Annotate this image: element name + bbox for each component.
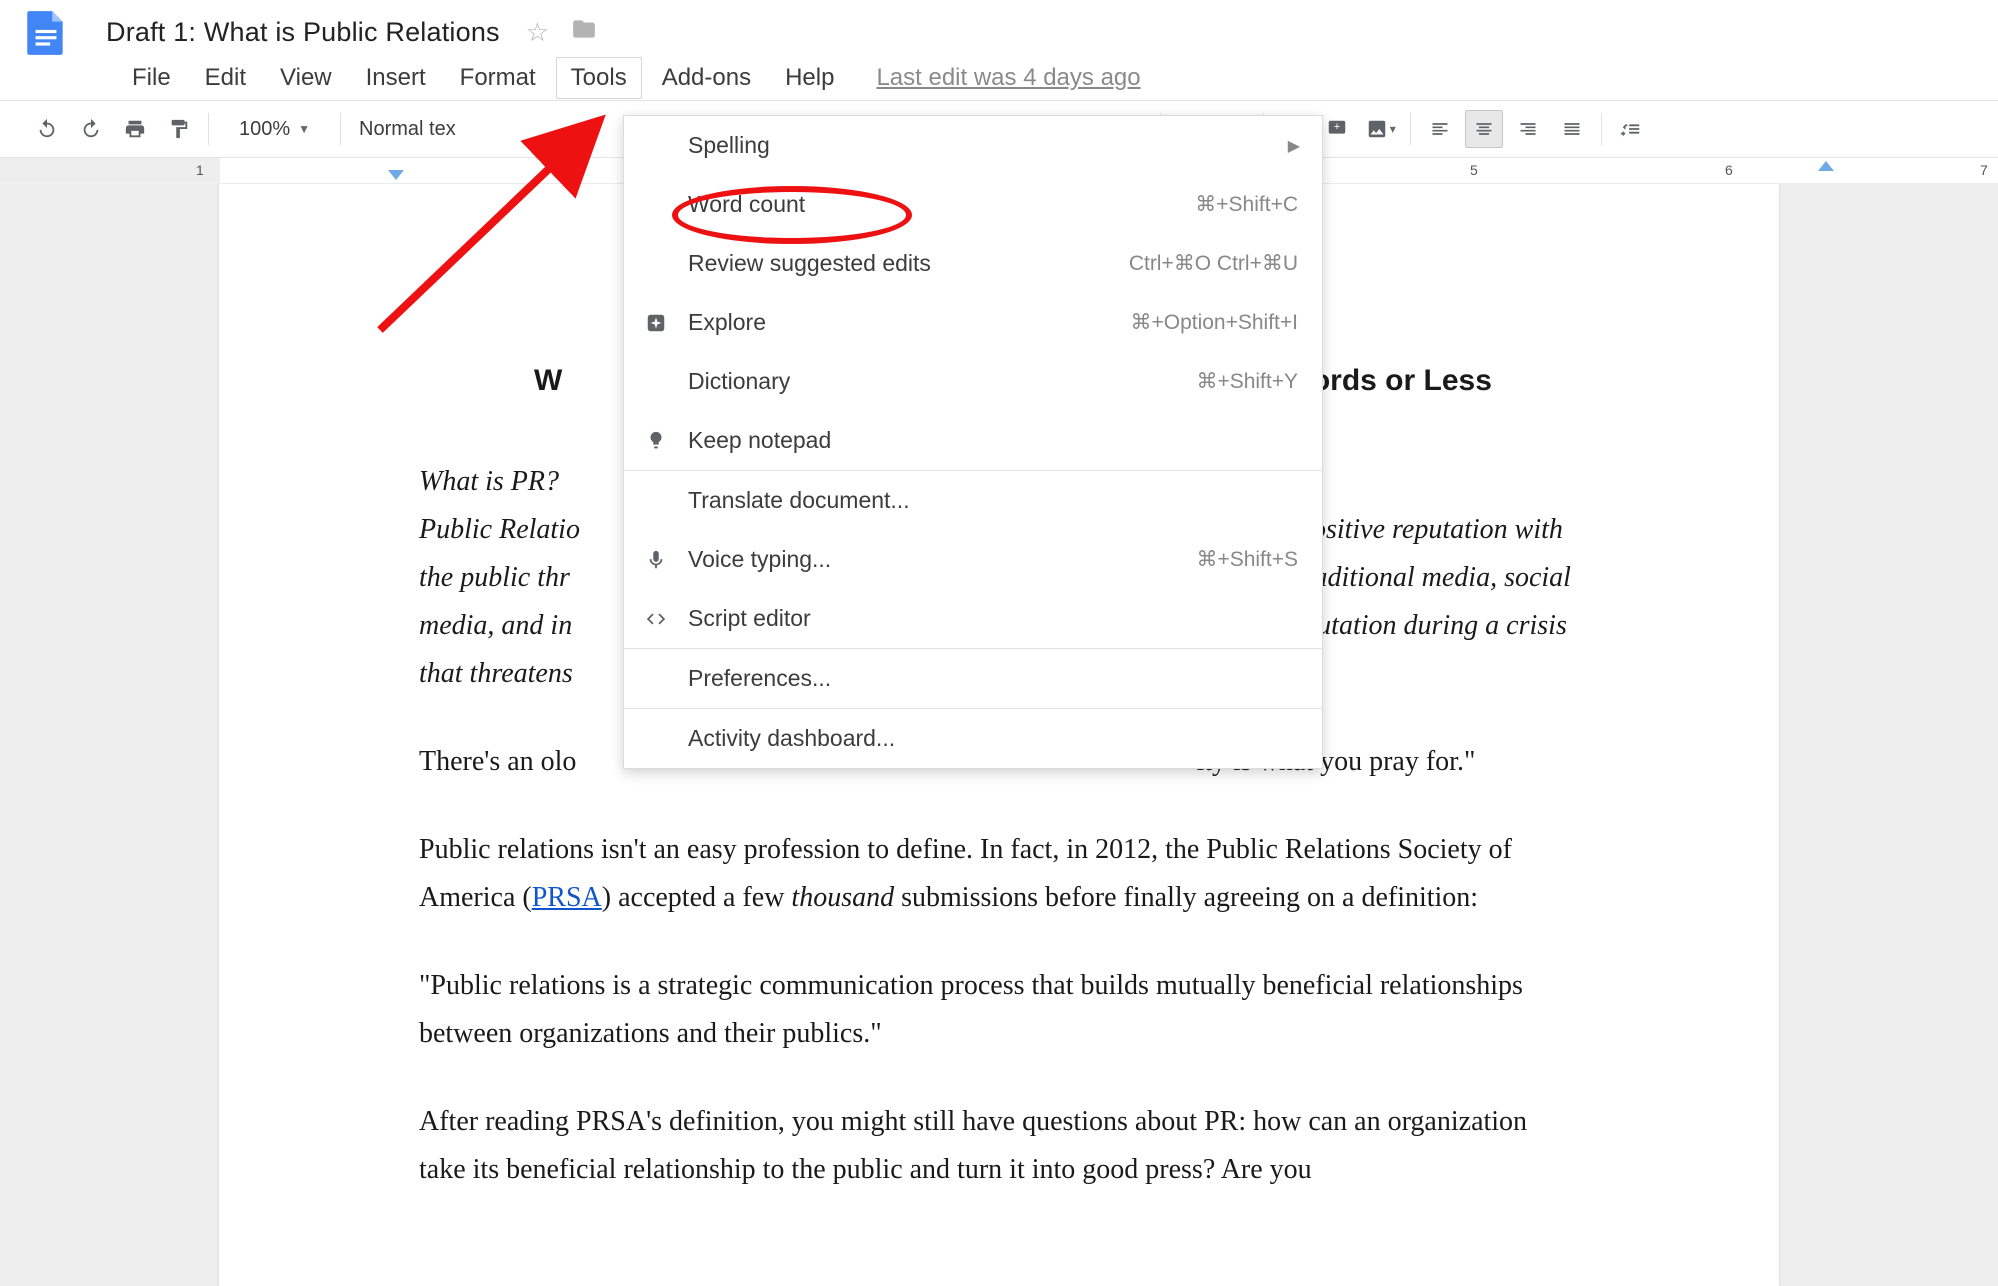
menu-insert[interactable]: Insert [352, 58, 440, 98]
folder-icon[interactable] [571, 16, 597, 49]
paint-format-button[interactable] [160, 110, 198, 148]
insert-comment-button[interactable]: + [1318, 110, 1356, 148]
menu-explore[interactable]: Explore ⌘+Option+Shift+I [624, 293, 1322, 352]
toolbar-separator [1410, 113, 1411, 145]
align-right-button[interactable] [1509, 110, 1547, 148]
shortcut-label: ⌘+Shift+S [1196, 547, 1298, 572]
line-spacing-button[interactable] [1612, 110, 1650, 148]
shortcut-label: ⌘+Shift+C [1195, 192, 1298, 217]
explore-icon [642, 309, 670, 337]
menu-spelling[interactable]: Spelling ▶ [624, 116, 1322, 175]
toolbar-separator [1601, 113, 1602, 145]
app-icon[interactable] [18, 4, 74, 60]
svg-text:+: + [1334, 121, 1340, 133]
insert-image-button[interactable]: ▾ [1362, 110, 1400, 148]
menu-edit[interactable]: Edit [191, 58, 260, 98]
align-center-button[interactable] [1465, 110, 1503, 148]
document-title[interactable]: Draft 1: What is Public Relations [106, 17, 500, 48]
align-justify-button[interactable] [1553, 110, 1591, 148]
ruler-right-marker[interactable] [1818, 161, 1834, 171]
menu-activity-dashboard[interactable]: Activity dashboard... [624, 709, 1322, 768]
menu-voice-typing[interactable]: Voice typing... ⌘+Shift+S [624, 530, 1322, 589]
last-edit-link[interactable]: Last edit was 4 days ago [876, 64, 1140, 92]
menu-addons[interactable]: Add-ons [648, 58, 765, 98]
prsa-link[interactable]: PRSA [532, 882, 602, 913]
menu-dictionary[interactable]: Dictionary ⌘+Shift+Y [624, 352, 1322, 411]
menu-translate-document[interactable]: Translate document... [624, 471, 1322, 530]
star-icon[interactable]: ☆ [526, 17, 549, 48]
keep-icon [642, 427, 670, 455]
title-bar: Draft 1: What is Public Relations ☆ [0, 0, 1998, 56]
ruler-label: 7 [1980, 162, 1988, 178]
toolbar-separator [340, 113, 341, 145]
menu-keep-notepad[interactable]: Keep notepad [624, 411, 1322, 470]
code-icon [642, 605, 670, 633]
menu-view[interactable]: View [266, 58, 346, 98]
mic-icon [642, 546, 670, 574]
menu-bar: File Edit View Insert Format Tools Add-o… [0, 56, 1998, 100]
tools-dropdown: Spelling ▶ Word count ⌘+Shift+C Review s… [623, 115, 1323, 769]
ruler-left-margin [0, 158, 220, 183]
menu-format[interactable]: Format [446, 58, 550, 98]
print-button[interactable] [116, 110, 154, 148]
menu-tools[interactable]: Tools [556, 57, 642, 99]
shortcut-label: Ctrl+⌘O Ctrl+⌘U [1129, 251, 1298, 276]
ruler-label: 6 [1725, 162, 1733, 178]
toolbar-separator [208, 113, 209, 145]
menu-file[interactable]: File [118, 58, 185, 98]
submenu-arrow-icon: ▶ [1288, 136, 1300, 156]
ruler-label: 1 [196, 162, 204, 178]
ruler-label: 5 [1470, 162, 1478, 178]
redo-button[interactable] [72, 110, 110, 148]
menu-preferences[interactable]: Preferences... [624, 649, 1322, 708]
chevron-down-icon: ▼ [298, 122, 310, 136]
ruler-indent-marker[interactable] [388, 170, 404, 180]
align-left-button[interactable] [1421, 110, 1459, 148]
paragraph-style-selector[interactable]: Normal tex [351, 118, 464, 141]
menu-help[interactable]: Help [771, 58, 848, 98]
undo-button[interactable] [28, 110, 66, 148]
menu-script-editor[interactable]: Script editor [624, 589, 1322, 648]
shortcut-label: ⌘+Shift+Y [1196, 369, 1298, 394]
shortcut-label: ⌘+Option+Shift+I [1130, 310, 1298, 335]
zoom-selector[interactable]: 100%▼ [229, 118, 320, 141]
menu-word-count[interactable]: Word count ⌘+Shift+C [624, 175, 1322, 234]
menu-review-suggested-edits[interactable]: Review suggested edits Ctrl+⌘O Ctrl+⌘U [624, 234, 1322, 293]
